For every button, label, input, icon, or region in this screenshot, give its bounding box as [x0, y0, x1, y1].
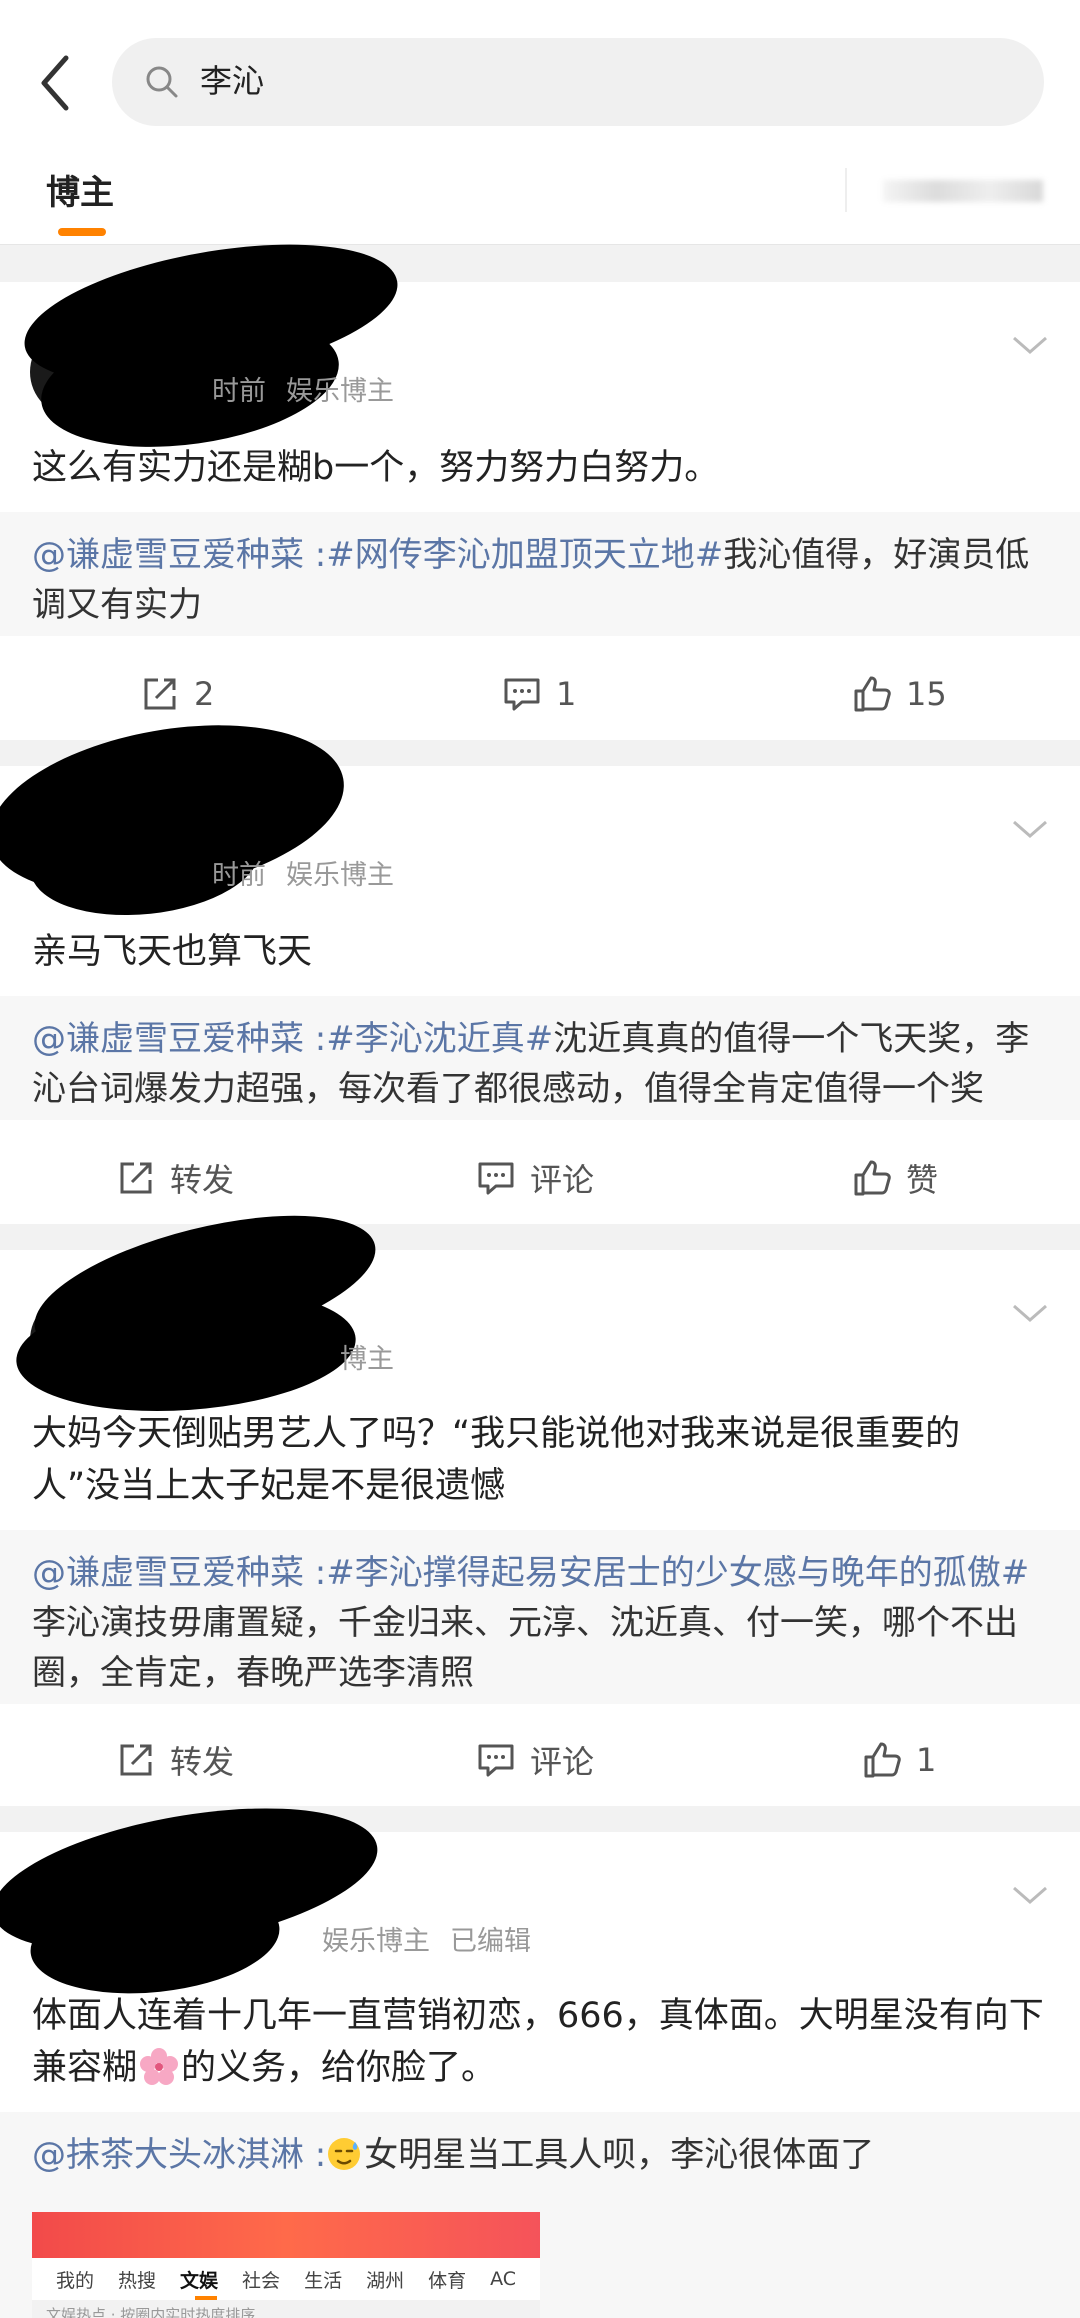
- post-text: 这么有实力还是糊b一个，努力努力白努力。: [32, 448, 720, 488]
- post-category: 娱乐博主: [286, 376, 394, 407]
- repost-text: @抹茶大头冰淇淋 : 女明星当工具人呗，李沁很体面了: [32, 2130, 1048, 2180]
- sweat-smile-emoji-icon: [328, 2138, 361, 2170]
- action-bar: 转发 评论 赞: [0, 1132, 1080, 1224]
- post-meta: 博主: [340, 1342, 414, 1378]
- repost-button[interactable]: 转发: [116, 1132, 234, 1224]
- topic-link[interactable]: #李沁沈近真#: [326, 1019, 553, 1059]
- comment-icon: [504, 678, 540, 711]
- post-text: 体面人连着十几年一直营销初恋，666，真体面。大明星没有向下兼容糊 的义务，给你脸…: [32, 1990, 1048, 2094]
- thumbs-up-icon: [864, 1742, 901, 1778]
- post-category: 娱乐博主: [286, 860, 394, 891]
- comment-button[interactable]: 1: [502, 648, 576, 740]
- repost-block[interactable]: @谦虚雪豆爱种菜 :#李沁沈近真#沈近真真的值得一个飞天奖，李沁台词爆发力超强，…: [0, 996, 1080, 1120]
- attached-image[interactable]: 我的 热搜 文娱 社会 生活 湖州 体育 AC 文娱热点 · 按圈内实时热度排序: [32, 2212, 540, 2318]
- thumbs-up-icon: [854, 1160, 891, 1196]
- repost-label: 转发: [170, 1161, 235, 1199]
- comment-label: 评论: [530, 1161, 595, 1199]
- repost-user-link[interactable]: @谦虚雪豆爱种菜: [32, 1553, 304, 1593]
- post-meta: 娱乐博主 已编辑: [322, 1924, 551, 1960]
- tab-obscured[interactable]: [845, 168, 1047, 212]
- edited-label: 已编辑: [450, 1926, 531, 1957]
- post-card: 时前 娱乐博主 亲马飞天也算飞天 @谦虚雪豆爱种菜 :#李沁沈近真#沈近真真的值得…: [0, 700, 1080, 1224]
- comment-button[interactable]: 评论: [476, 1714, 594, 1806]
- image-nav-item: 热搜: [118, 2269, 157, 2292]
- repost-label: 转发: [170, 1743, 235, 1781]
- repost-separator: :: [304, 2135, 327, 2175]
- image-banner: [32, 2212, 540, 2258]
- repost-block[interactable]: @谦虚雪豆爱种菜 :#网传李沁加盟顶天立地#我沁值得，好演员低调又有实力: [0, 512, 1080, 636]
- repost-user-link[interactable]: @抹茶大头冰淇淋: [32, 2135, 304, 2175]
- post-meta: 时前 娱乐博主: [212, 374, 414, 410]
- post-text-part: 的义务，给你脸了。: [181, 2048, 497, 2088]
- repost-icon: [120, 1744, 152, 1776]
- search-bar[interactable]: 李沁: [112, 38, 1044, 126]
- post-meta: 时前 娱乐博主: [212, 858, 414, 894]
- action-bar: 2 1 15: [0, 648, 1080, 740]
- cherry-blossom-icon: [140, 2048, 179, 2085]
- post-category: 博主: [340, 1344, 394, 1375]
- repost-text: @谦虚雪豆爱种菜 :#李沁沈近真#沈近真真的值得一个飞天奖，李沁台词爆发力超强，…: [32, 1014, 1048, 1114]
- like-button[interactable]: 15: [852, 648, 947, 740]
- repost-separator: :: [304, 1553, 327, 1593]
- comment-label: 评论: [530, 1743, 595, 1781]
- image-nav-item: 我的: [56, 2269, 95, 2292]
- like-count: 15: [906, 675, 947, 713]
- image-subtitle: 文娱热点 · 按圈内实时热度排序: [32, 2300, 540, 2318]
- repost-user-link[interactable]: @谦虚雪豆爱种菜: [32, 1019, 304, 1059]
- back-arrow-icon[interactable]: [30, 48, 84, 118]
- repost-text: @谦虚雪豆爱种菜 :#网传李沁加盟顶天立地#我沁值得，好演员低调又有实力: [32, 530, 1048, 630]
- repost-count: 2: [194, 675, 215, 713]
- repost-separator: :: [304, 1019, 327, 1059]
- post-card: 时前 娱乐博主 这么有实力还是糊b一个，努力努力白努力。 @谦虚雪豆爱种菜 :#网…: [0, 220, 1080, 740]
- image-nav-item: AC: [490, 2268, 517, 2290]
- like-button[interactable]: 1: [862, 1714, 936, 1806]
- comment-icon: [478, 1162, 514, 1195]
- chevron-down-icon[interactable]: [1010, 1882, 1050, 1910]
- topic-link[interactable]: #网传李沁加盟顶天立地#: [326, 535, 723, 575]
- post-category: 娱乐博主: [322, 1926, 430, 1957]
- repost-button[interactable]: 转发: [116, 1714, 234, 1806]
- post-text: 大妈今天倒贴男艺人了吗？“我只能说他对我来说是很重要的人”没当上太子妃是不是很遗…: [32, 1414, 961, 1506]
- chevron-down-icon[interactable]: [1010, 816, 1050, 844]
- image-nav-item: 湖州: [366, 2269, 405, 2292]
- like-button[interactable]: 赞: [852, 1132, 938, 1224]
- action-bar: 转发 评论 1: [0, 1714, 1080, 1806]
- post-time: 时前: [212, 860, 266, 891]
- image-nav-item: 生活: [304, 2269, 343, 2292]
- repost-separator: :: [304, 535, 327, 575]
- repost-block[interactable]: @谦虚雪豆爱种菜 :#李沁撑得起易安居士的少女感与晚年的孤傲# 李沁演技毋庸置疑，…: [0, 1530, 1080, 1704]
- post-card: 博主 大妈今天倒贴男艺人了吗？“我只能说他对我来说是很重要的人”没当上太子妃是不…: [0, 1187, 1080, 1806]
- comment-count: 1: [556, 675, 577, 713]
- topic-link[interactable]: #李沁撑得起易安居士的少女感与晚年的孤傲#: [326, 1553, 1029, 1593]
- post-text: 亲马飞天也算飞天: [32, 932, 313, 972]
- like-label: 赞: [906, 1161, 939, 1199]
- repost-icon: [120, 1162, 152, 1194]
- comment-icon: [478, 1744, 514, 1777]
- chevron-down-icon[interactable]: [1010, 332, 1050, 360]
- search-query[interactable]: 李沁: [200, 56, 264, 106]
- chevron-down-icon[interactable]: [1010, 1300, 1050, 1328]
- like-count: 1: [916, 1741, 937, 1779]
- repost-text: @谦虚雪豆爱种菜 :#李沁撑得起易安居士的少女感与晚年的孤傲# 李沁演技毋庸置疑，…: [32, 1548, 1048, 1698]
- image-nav-item: 社会: [242, 2269, 281, 2292]
- divider: [0, 244, 1080, 245]
- image-nav-item: 体育: [428, 2269, 467, 2292]
- repost-body: 女明星当工具人呗，李沁很体面了: [364, 2135, 875, 2175]
- repost-user-link[interactable]: @谦虚雪豆爱种菜: [32, 535, 304, 575]
- comment-button[interactable]: 评论: [476, 1132, 594, 1224]
- search-icon: [146, 66, 178, 98]
- tab-active-indicator: [58, 228, 106, 236]
- tab-bloggers[interactable]: 博主: [46, 168, 114, 218]
- search-header: 李沁 博主: [0, 0, 1080, 245]
- repost-body: 李沁演技毋庸置疑，千金归来、元淳、沈近真、付一笑，哪个不出圈，全肯定，春晚严选李…: [32, 1603, 1018, 1693]
- repost-icon: [144, 678, 176, 710]
- post-time: 时前: [212, 376, 266, 407]
- image-nav-bar: 我的 热搜 文娱 社会 生活 湖州 体育 AC: [32, 2258, 540, 2300]
- thumbs-up-icon: [854, 676, 891, 712]
- image-nav-item: 文娱: [180, 2269, 219, 2292]
